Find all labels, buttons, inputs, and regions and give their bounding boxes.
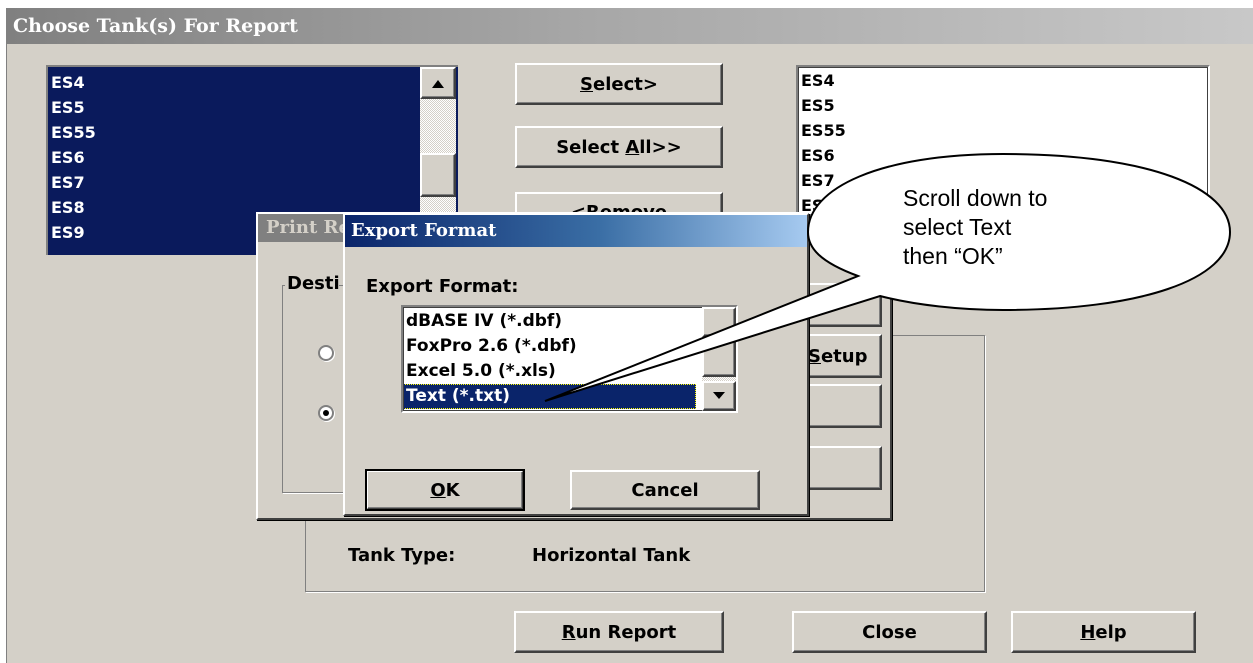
- callout-line: then “OK”: [903, 243, 1003, 269]
- callout-text: Scroll down to select Text then “OK”: [903, 184, 1047, 271]
- callout-bubble: [544, 152, 1232, 402]
- callout-line: Scroll down to: [903, 185, 1048, 211]
- callout-line: select Text: [903, 214, 1012, 240]
